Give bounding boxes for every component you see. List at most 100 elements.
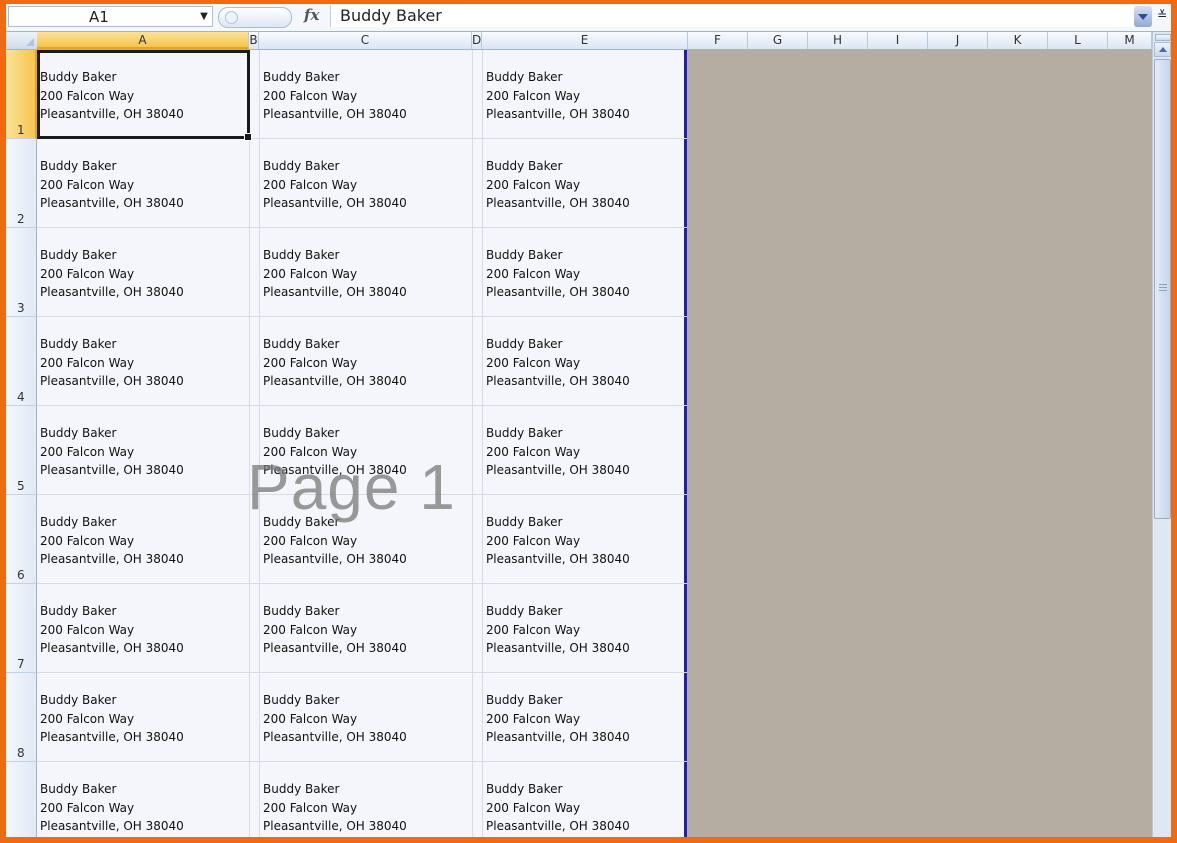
label-line2: 200 Falcon Way xyxy=(40,711,135,726)
label-line1: Buddy Baker xyxy=(486,693,563,707)
label-cell[interactable]: Buddy Baker 200 Falcon Way Pleasantville, … xyxy=(486,691,696,777)
label-line1: Buddy Baker xyxy=(486,426,563,440)
column-header-a[interactable]: A xyxy=(37,32,249,49)
label-cell[interactable]: Buddy Baker 200 Falcon Way Pleasantville, … xyxy=(40,246,250,332)
column-header-f[interactable]: F xyxy=(688,32,748,49)
label-line1: Buddy Baker xyxy=(263,70,340,84)
row-header-4[interactable]: 4 xyxy=(6,317,37,406)
label-line3: Pleasantville, OH 38040 xyxy=(40,730,184,744)
column-header-b[interactable]: B xyxy=(249,32,259,49)
formula-cancel-enter-buttons[interactable] xyxy=(218,7,292,28)
row-header-9[interactable]: 9 xyxy=(6,762,37,837)
label-cell[interactable]: Buddy Baker 200 Falcon Way Pleasantville, … xyxy=(486,335,696,421)
column-header-g[interactable]: G xyxy=(748,32,808,49)
label-line2: 200 Falcon Way xyxy=(486,355,581,370)
column-header-k[interactable]: K xyxy=(988,32,1048,49)
label-cell[interactable]: Buddy Baker 200 Falcon Way Pleasantville, … xyxy=(263,246,473,332)
label-line1: Buddy Baker xyxy=(486,604,563,618)
label-cell[interactable]: Buddy Baker 200 Falcon Way Pleasantville, … xyxy=(486,68,696,154)
label-line2: 200 Falcon Way xyxy=(486,533,581,548)
column-header-m[interactable]: M xyxy=(1108,32,1152,49)
label-line1: Buddy Baker xyxy=(40,248,117,262)
scroll-thumb[interactable] xyxy=(1154,59,1171,519)
row-number: 7 xyxy=(17,657,25,671)
row-header-3[interactable]: 3 xyxy=(6,228,37,317)
formula-bar: A1 ▼ fx Buddy Baker ≚ xyxy=(6,4,1171,32)
column-header-i[interactable]: I xyxy=(868,32,928,49)
select-all-button[interactable] xyxy=(6,32,38,49)
row-header-8[interactable]: 8 xyxy=(6,673,37,762)
label-line2: 200 Falcon Way xyxy=(40,177,135,192)
column-header-d[interactable]: D xyxy=(472,32,482,49)
formula-input[interactable]: Buddy Baker xyxy=(330,5,1134,27)
column-header-l[interactable]: L xyxy=(1048,32,1108,49)
label-cell[interactable]: Buddy Baker 200 Falcon Way Pleasantville, … xyxy=(486,513,696,599)
active-cell-a1[interactable] xyxy=(37,50,252,141)
worksheet-grid[interactable]: Buddy Baker 200 Falcon Way Pleasantville, … xyxy=(37,50,1152,837)
label-line1: Buddy Baker xyxy=(40,337,117,351)
label-line1: Buddy Baker xyxy=(40,782,117,796)
label-line1: Buddy Baker xyxy=(486,782,563,796)
label-line1: Buddy Baker xyxy=(263,515,340,529)
label-line1: Buddy Baker xyxy=(263,604,340,618)
row-header-7[interactable]: 7 xyxy=(6,584,37,673)
label-cell[interactable]: Buddy Baker 200 Falcon Way Pleasantville, … xyxy=(40,513,250,599)
column-header-c[interactable]: C xyxy=(259,32,472,49)
label-line2: 200 Falcon Way xyxy=(486,88,581,103)
label-line3: Pleasantville, OH 38040 xyxy=(263,641,407,655)
label-line2: 200 Falcon Way xyxy=(40,533,135,548)
label-line1: Buddy Baker xyxy=(486,70,563,84)
label-cell[interactable]: Buddy Baker 200 Falcon Way Pleasantville, … xyxy=(263,68,473,154)
label-cell[interactable]: Buddy Baker 200 Falcon Way Pleasantville, … xyxy=(263,335,473,421)
label-cell[interactable]: Buddy Baker 200 Falcon Way Pleasantville, … xyxy=(263,424,473,510)
label-line3: Pleasantville, OH 38040 xyxy=(40,463,184,477)
column-header-j[interactable]: J xyxy=(928,32,988,49)
label-line1: Buddy Baker xyxy=(40,426,117,440)
label-cell[interactable]: Buddy Baker 200 Falcon Way Pleasantville, … xyxy=(263,157,473,243)
label-cell[interactable]: Buddy Baker 200 Falcon Way Pleasantville, … xyxy=(486,246,696,332)
row-number: 1 xyxy=(17,123,25,137)
row-number: 6 xyxy=(17,568,25,582)
label-line2: 200 Falcon Way xyxy=(486,711,581,726)
expand-formula-bar-button[interactable] xyxy=(1134,6,1152,27)
label-cell[interactable]: Buddy Baker 200 Falcon Way Pleasantville, … xyxy=(40,424,250,510)
label-cell[interactable]: Buddy Baker 200 Falcon Way Pleasantville, … xyxy=(263,513,473,599)
label-line3: Pleasantville, OH 38040 xyxy=(486,374,630,388)
insert-function-icon[interactable]: fx xyxy=(304,6,319,24)
label-line3: Pleasantville, OH 38040 xyxy=(486,285,630,299)
label-line2: 200 Falcon Way xyxy=(40,800,135,815)
label-line2: 200 Falcon Way xyxy=(486,266,581,281)
collapse-ribbon-icon[interactable]: ≚ xyxy=(1154,6,1170,27)
label-cell[interactable]: Buddy Baker 200 Falcon Way Pleasantville, … xyxy=(40,335,250,421)
label-line2: 200 Falcon Way xyxy=(263,266,358,281)
row-header-6[interactable]: 6 xyxy=(6,495,37,584)
label-cell[interactable]: Buddy Baker 200 Falcon Way Pleasantville, … xyxy=(40,157,250,243)
label-cell[interactable]: Buddy Baker 200 Falcon Way Pleasantville, … xyxy=(486,424,696,510)
label-cell[interactable]: Buddy Baker 200 Falcon Way Pleasantville, … xyxy=(40,780,250,837)
label-line3: Pleasantville, OH 38040 xyxy=(486,641,630,655)
row-number: 2 xyxy=(17,212,25,226)
label-line1: Buddy Baker xyxy=(263,248,340,262)
scroll-up-arrow-icon[interactable] xyxy=(1154,42,1171,57)
grid-column-line xyxy=(482,50,483,837)
label-cell[interactable]: Buddy Baker 200 Falcon Way Pleasantville, … xyxy=(486,157,696,243)
name-box-dropdown-icon[interactable]: ▼ xyxy=(196,7,212,26)
label-cell[interactable]: Buddy Baker 200 Falcon Way Pleasantville, … xyxy=(263,602,473,688)
column-header-e[interactable]: E xyxy=(482,32,688,49)
label-cell[interactable]: Buddy Baker 200 Falcon Way Pleasantville, … xyxy=(263,691,473,777)
label-cell[interactable]: Buddy Baker 200 Falcon Way Pleasantville, … xyxy=(486,602,696,688)
row-header-5[interactable]: 5 xyxy=(6,406,37,495)
vertical-scrollbar[interactable] xyxy=(1152,32,1171,837)
label-line3: Pleasantville, OH 38040 xyxy=(40,641,184,655)
label-line3: Pleasantville, OH 38040 xyxy=(486,107,630,121)
row-header-1[interactable]: 1 xyxy=(6,50,37,139)
row-header-2[interactable]: 2 xyxy=(6,139,37,228)
name-box[interactable]: A1 ▼ xyxy=(8,6,213,27)
label-cell[interactable]: Buddy Baker 200 Falcon Way Pleasantville, … xyxy=(486,780,696,837)
column-header-h[interactable]: H xyxy=(808,32,868,49)
label-cell[interactable]: Buddy Baker 200 Falcon Way Pleasantville, … xyxy=(263,780,473,837)
row-number: 9 xyxy=(17,835,25,837)
label-cell[interactable]: Buddy Baker 200 Falcon Way Pleasantville, … xyxy=(40,602,250,688)
split-box[interactable] xyxy=(1155,34,1171,41)
label-cell[interactable]: Buddy Baker 200 Falcon Way Pleasantville, … xyxy=(40,691,250,777)
